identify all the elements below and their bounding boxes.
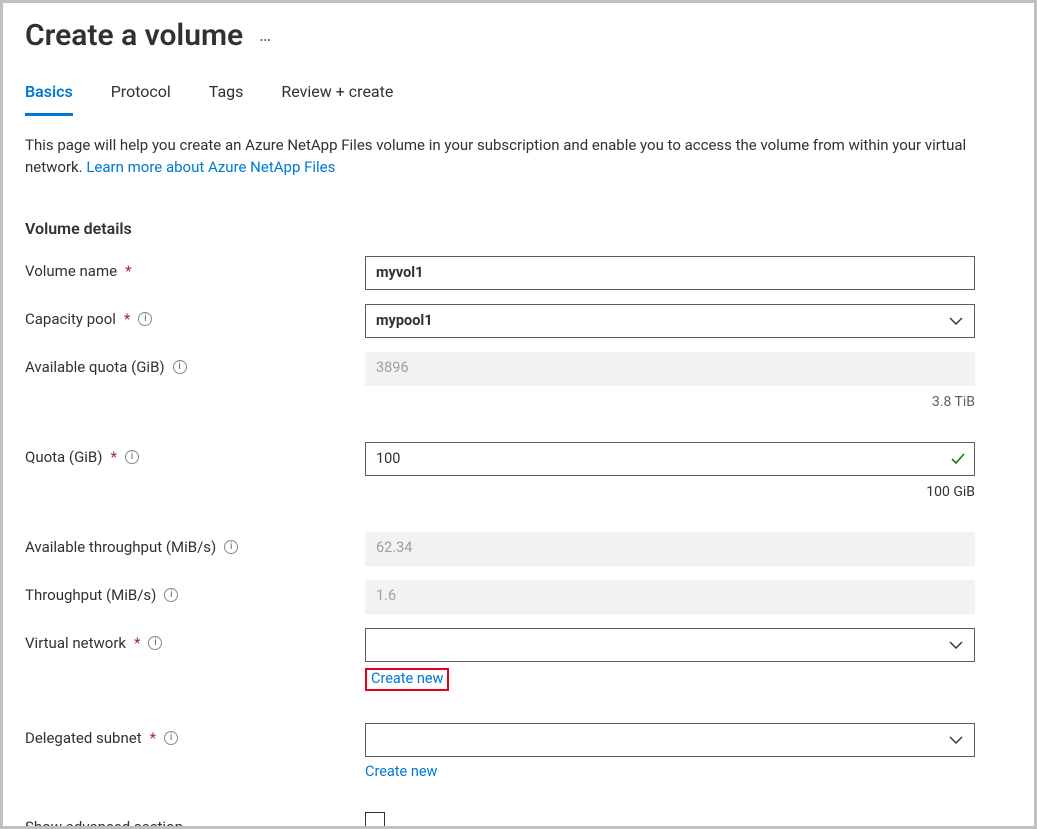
label-volume-name: Volume name	[25, 262, 117, 280]
row-throughput: Throughput (MiB/s) i 1.6	[25, 580, 1012, 614]
label-quota: Quota (GiB)	[25, 448, 103, 466]
row-capacity-pool: Capacity pool * i mypool1	[25, 304, 1012, 338]
row-available-throughput: Available throughput (MiB/s) i 62.34	[25, 532, 1012, 566]
create-volume-panel: Create a volume … Basics Protocol Tags R…	[0, 0, 1037, 829]
info-icon[interactable]: i	[173, 360, 187, 374]
chevron-down-icon	[948, 732, 964, 748]
volume-name-input[interactable]	[365, 256, 975, 290]
chevron-down-icon	[948, 637, 964, 653]
required-marker: *	[124, 310, 130, 328]
required-marker: *	[125, 262, 131, 280]
virtual-network-select[interactable]	[365, 628, 975, 662]
row-virtual-network: Virtual network * i Create new	[25, 628, 1012, 691]
info-icon[interactable]: i	[125, 450, 139, 464]
page-title: Create a volume	[25, 19, 243, 52]
annotation-highlight: Create new	[365, 668, 449, 691]
quota-input[interactable]	[365, 442, 975, 476]
section-volume-details: Volume details	[25, 219, 1012, 238]
available-quota-readonly: 3896	[365, 352, 975, 386]
info-icon[interactable]: i	[164, 731, 178, 745]
tabs: Basics Protocol Tags Review + create	[25, 82, 1012, 117]
throughput-readonly: 1.6	[365, 580, 975, 614]
chevron-down-icon	[948, 313, 964, 329]
info-icon[interactable]: i	[224, 540, 238, 554]
intro-text: This page will help you create an Azure …	[25, 135, 1005, 179]
show-advanced-checkbox[interactable]	[365, 812, 385, 829]
label-virtual-network: Virtual network	[25, 634, 126, 652]
available-quota-readable: 3.8 TiB	[365, 394, 975, 410]
checkmark-icon	[949, 450, 967, 468]
required-marker: *	[150, 729, 156, 747]
available-throughput-readonly: 62.34	[365, 532, 975, 566]
capacity-pool-value: mypool1	[376, 312, 433, 329]
tab-basics[interactable]: Basics	[25, 82, 73, 116]
row-show-advanced: Show advanced section	[25, 812, 1012, 829]
label-delegated-subnet: Delegated subnet	[25, 729, 142, 747]
info-icon[interactable]: i	[138, 312, 152, 326]
row-available-quota: Available quota (GiB) i 3896 3.8 TiB	[25, 352, 1012, 410]
tab-protocol[interactable]: Protocol	[111, 82, 171, 116]
delegated-subnet-select[interactable]	[365, 723, 975, 757]
info-icon[interactable]: i	[164, 588, 178, 602]
label-show-advanced: Show advanced section	[25, 818, 183, 829]
capacity-pool-select[interactable]: mypool1	[365, 304, 975, 338]
row-delegated-subnet: Delegated subnet * i Create new	[25, 723, 1012, 780]
required-marker: *	[134, 634, 140, 652]
row-volume-name: Volume name *	[25, 256, 1012, 290]
create-new-vnet-link[interactable]: Create new	[371, 670, 443, 687]
info-icon[interactable]: i	[148, 636, 162, 650]
label-throughput: Throughput (MiB/s)	[25, 586, 156, 604]
tab-review[interactable]: Review + create	[281, 82, 393, 116]
label-available-throughput: Available throughput (MiB/s)	[25, 538, 216, 556]
learn-more-link[interactable]: Learn more about Azure NetApp Files	[86, 158, 335, 176]
quota-readable: 100 GiB	[365, 484, 975, 500]
create-new-subnet-link[interactable]: Create new	[365, 763, 437, 780]
required-marker: *	[111, 448, 117, 466]
label-capacity-pool: Capacity pool	[25, 310, 116, 328]
tab-tags[interactable]: Tags	[209, 82, 244, 116]
row-quota: Quota (GiB) * i 100 GiB	[25, 442, 1012, 500]
header: Create a volume …	[25, 19, 1012, 52]
label-available-quota: Available quota (GiB)	[25, 358, 165, 376]
more-actions-button[interactable]: …	[259, 25, 274, 46]
